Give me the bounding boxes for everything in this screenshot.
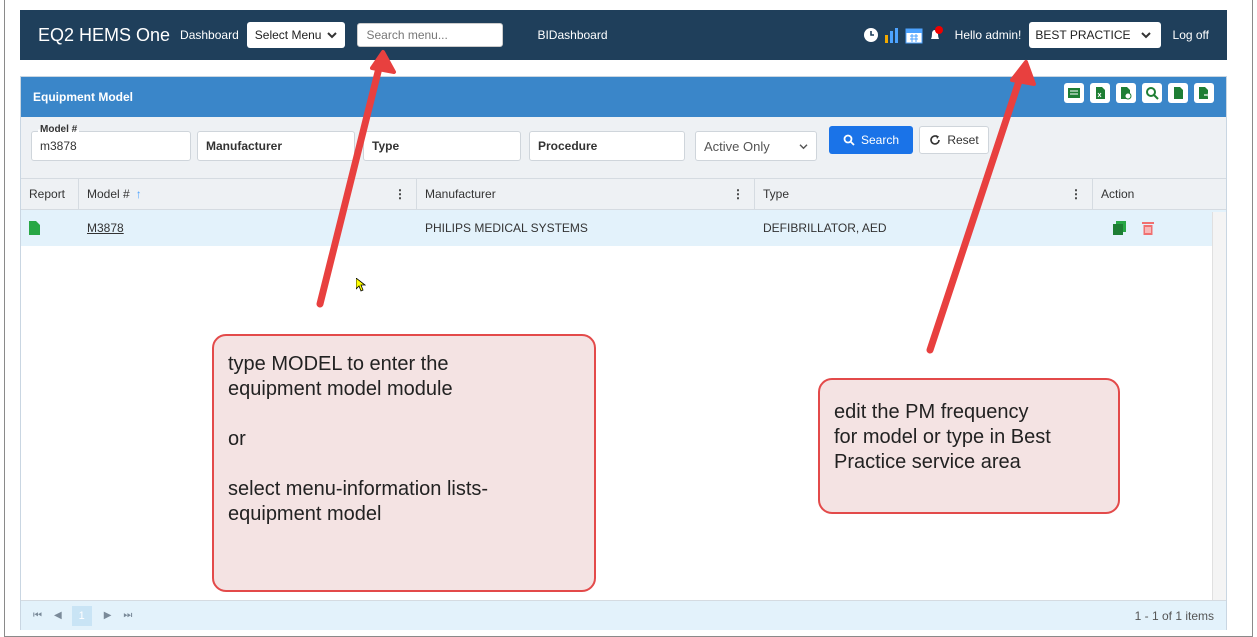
type-field-label: Type (372, 139, 400, 153)
status-select[interactable]: Active Only (695, 131, 817, 161)
type-field[interactable]: Type (363, 131, 521, 161)
select-menu-dropdown[interactable]: Select Menu (246, 22, 346, 48)
nav-icons (863, 26, 945, 44)
panel-header: Equipment Model (21, 77, 1226, 117)
filter-bar: Model # m3878 Manufacturer Type Procedur… (21, 117, 1226, 179)
panel-toolbar (1064, 83, 1214, 103)
column-header-type[interactable]: Type ⋮ (755, 179, 1093, 209)
pager: ⏮ ◀ 1 ▶ ⏭ 1 - 1 of 1 items (21, 600, 1226, 630)
sort-ascending-icon: ↑ (135, 187, 142, 201)
pager-info: 1 - 1 of 1 items (1134, 608, 1214, 623)
manufacturer-cell: PHILIPS MEDICAL SYSTEMS (425, 221, 588, 235)
column-header-action: Action (1093, 179, 1211, 209)
procedure-field-label: Procedure (538, 139, 598, 153)
type-cell: DEFIBRILLATOR, AED (763, 221, 887, 235)
copy-icon[interactable] (1113, 221, 1126, 235)
column-header-label: Type (763, 187, 790, 201)
procedure-field[interactable]: Procedure (529, 131, 685, 161)
search-menu-placeholder: Search menu... (366, 28, 448, 42)
search-menu-input[interactable]: Search menu... (357, 23, 504, 47)
trash-icon[interactable] (1142, 221, 1154, 235)
top-navbar: EQ2 HEMS One Dashboard Select Menu Searc… (20, 10, 1227, 60)
chevron-down-icon (327, 32, 338, 39)
document-export-icon[interactable] (1194, 83, 1214, 103)
report-cell (21, 210, 79, 246)
manufacturer-field-label: Manufacturer (206, 139, 283, 153)
app-brand[interactable]: EQ2 HEMS One (38, 25, 170, 46)
next-page-icon[interactable]: ▶ (104, 610, 112, 621)
column-header-label: Model # (87, 187, 130, 201)
callout-right: edit the PM frequency for model or type … (818, 378, 1120, 514)
model-cell: M3878 (79, 210, 417, 246)
clock-icon[interactable] (863, 27, 879, 43)
search-button[interactable]: Search (829, 126, 913, 154)
best-practice-label: BEST PRACTICE (1035, 28, 1131, 42)
notification-bell-icon[interactable] (927, 26, 945, 44)
model-number-value: m3878 (40, 139, 77, 153)
prev-page-icon[interactable]: ◀ (54, 610, 62, 621)
action-cell (1093, 210, 1211, 246)
greeting-text: Hello admin! (954, 28, 1022, 42)
callout-left: type MODEL to enter the equipment model … (212, 334, 596, 592)
column-menu-icon[interactable]: ⋮ (394, 187, 406, 201)
model-number-float-label: Model # (38, 124, 80, 135)
report-document-icon[interactable] (29, 221, 40, 235)
manufacturer-field[interactable]: Manufacturer (197, 131, 355, 161)
model-link[interactable]: M3878 (87, 221, 124, 235)
select-menu-label: Select Menu (254, 28, 322, 42)
table-row[interactable]: M3878 PHILIPS MEDICAL SYSTEMS DEFIBRILLA… (21, 210, 1226, 246)
reset-button[interactable]: Reset (919, 126, 989, 154)
equipment-model-panel: Equipment Model Model # m3878 Manufactur… (20, 76, 1227, 630)
grid-header: Report Model # ↑ ⋮ Manufacturer ⋮ Type ⋮… (21, 178, 1226, 210)
bidashboard-link[interactable]: BIDashboard (537, 28, 607, 42)
model-number-field[interactable]: Model # m3878 (31, 124, 191, 161)
reset-icon (930, 135, 941, 145)
column-header-label: Manufacturer (425, 187, 496, 201)
chevron-down-icon (799, 143, 808, 149)
column-header-label: Report (29, 187, 66, 201)
column-header-model[interactable]: Model # ↑ ⋮ (79, 179, 417, 209)
search-button-label: Search (860, 133, 900, 147)
bar-chart-icon[interactable] (883, 26, 901, 44)
status-select-value: Active Only (704, 138, 770, 154)
settings-doc-icon[interactable] (1116, 83, 1136, 103)
grid: Report Model # ↑ ⋮ Manufacturer ⋮ Type ⋮… (21, 178, 1226, 246)
last-page-icon[interactable]: ⏭ (123, 610, 132, 621)
column-menu-icon[interactable]: ⋮ (1070, 187, 1082, 201)
excel-icon[interactable] (1090, 83, 1110, 103)
reset-button-label: Reset (947, 133, 979, 147)
mouse-cursor-icon (356, 278, 366, 292)
document-icon[interactable] (1168, 83, 1188, 103)
dashboard-link[interactable]: Dashboard (180, 28, 239, 42)
column-header-manufacturer[interactable]: Manufacturer ⋮ (417, 179, 755, 209)
column-menu-icon[interactable]: ⋮ (732, 187, 744, 201)
search-user-icon[interactable] (1142, 83, 1162, 103)
column-header-label: Action (1101, 187, 1135, 201)
current-page[interactable]: 1 (71, 605, 92, 626)
best-practice-dropdown[interactable]: BEST PRACTICE (1029, 22, 1161, 48)
search-icon (843, 134, 855, 146)
first-page-icon[interactable]: ⏮ (33, 610, 42, 621)
logoff-link[interactable]: Log off (1173, 28, 1209, 42)
chevron-down-icon (1140, 32, 1151, 39)
calendar-icon[interactable] (905, 26, 923, 44)
column-header-report[interactable]: Report (21, 179, 79, 209)
grid-scrollbar[interactable] (1212, 212, 1226, 602)
excel-export-icon[interactable] (1064, 83, 1084, 103)
panel-title: Equipment Model (33, 90, 133, 104)
